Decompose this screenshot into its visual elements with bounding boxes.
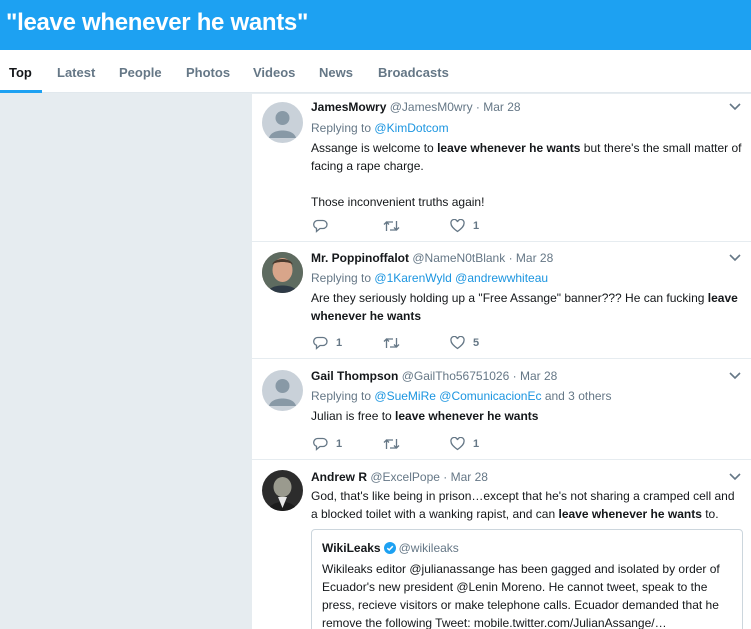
replying-prefix: Replying to [311, 121, 372, 135]
tweet-text-part: Assange is welcome to [311, 141, 438, 155]
display-name[interactable]: JamesMowry [311, 100, 386, 114]
reply-button[interactable] [313, 218, 336, 234]
tab-people[interactable]: People [119, 65, 162, 80]
reply-count: 1 [336, 438, 343, 450]
search-timeline: JamesMowry @JamesM0wry · Mar 28 Replying… [252, 94, 751, 629]
tab-videos[interactable]: Videos [253, 65, 295, 80]
like-button[interactable]: 1 [450, 218, 479, 234]
reply-icon [313, 336, 328, 350]
avatar[interactable] [262, 252, 303, 293]
chevron-down-icon[interactable] [729, 253, 741, 263]
reply-mention-link[interactable]: @1KarenWyld @andrewwhiteau [374, 271, 548, 285]
heart-icon [450, 219, 465, 233]
verified-badge-icon [383, 542, 396, 554]
reply-icon [313, 437, 328, 451]
tweet-date[interactable]: · Mar 28 [443, 470, 488, 484]
search-match-highlight: leave whenever he wants [558, 507, 702, 521]
user-handle[interactable]: @NameN0tBlank [412, 251, 505, 265]
tweet-date[interactable]: · Mar 28 [509, 251, 554, 265]
tweet-text-paragraph: Those inconvenient truths again! [311, 195, 485, 209]
active-tab-indicator [0, 90, 42, 93]
search-tabs: Top Latest People Photos Videos News Bro… [0, 50, 751, 93]
search-header: "leave whenever he wants" [0, 0, 751, 50]
retweet-icon [383, 338, 400, 348]
replying-prefix: Replying to [311, 271, 372, 285]
quoted-user-handle: @wikileaks [398, 541, 459, 555]
tweet-header: Andrew R @ExcelPope · Mar 28 [311, 470, 488, 484]
retweet-button[interactable] [383, 218, 408, 234]
tweet-date[interactable]: · Mar 28 [513, 369, 558, 383]
quoted-display-name: WikiLeaks [322, 541, 381, 555]
tab-top[interactable]: Top [9, 65, 32, 80]
user-photo-avatar [262, 470, 303, 511]
chevron-down-icon[interactable] [729, 102, 741, 112]
replying-prefix: Replying to [311, 389, 372, 403]
display-name[interactable]: Andrew R [311, 470, 367, 484]
replying-to: Replying to @1KarenWyld @andrewwhiteau [311, 271, 548, 285]
retweet-button[interactable] [383, 436, 408, 452]
tweet-text: God, that's like being in prison…except … [311, 487, 743, 523]
tweet[interactable]: Gail Thompson @GailTho56751026 · Mar 28 … [252, 360, 751, 460]
tweet[interactable]: Andrew R @ExcelPope · Mar 28 God, that's… [252, 461, 751, 629]
reply-mention-link[interactable]: @KimDotcom [374, 121, 448, 135]
like-count: 1 [473, 438, 480, 450]
search-match-highlight: leave whenever he wants [395, 409, 539, 423]
reply-mention-link[interactable]: @SueMiRe @ComunicacionEc [374, 389, 541, 403]
like-button[interactable]: 5 [450, 335, 479, 351]
like-button[interactable]: 1 [450, 436, 479, 452]
tweet[interactable]: JamesMowry @JamesM0wry · Mar 28 Replying… [252, 94, 751, 242]
heart-icon [450, 437, 465, 451]
chevron-down-icon[interactable] [729, 371, 741, 381]
retweet-button[interactable] [383, 335, 408, 351]
display-name[interactable]: Gail Thompson [311, 369, 398, 383]
tweet-date[interactable]: · Mar 28 [476, 100, 521, 114]
like-count: 1 [473, 220, 480, 232]
tweet-header: Gail Thompson @GailTho56751026 · Mar 28 [311, 369, 557, 383]
quoted-tweet[interactable]: WikiLeaks @wikileaks Wikileaks editor @ju… [311, 529, 743, 629]
user-handle[interactable]: @GailTho56751026 [402, 369, 510, 383]
chevron-down-icon[interactable] [729, 472, 741, 482]
retweet-icon [383, 221, 400, 231]
tweet-text-part: Are they seriously holding up a "Free As… [311, 291, 708, 305]
tab-photos[interactable]: Photos [186, 65, 230, 80]
display-name[interactable]: Mr. Poppinoffalot [311, 251, 409, 265]
like-count: 5 [473, 337, 480, 349]
avatar[interactable] [262, 470, 303, 511]
reply-button[interactable]: 1 [313, 436, 342, 452]
replying-suffix[interactable]: and 3 others [545, 389, 612, 403]
tweet-text: Are they seriously holding up a "Free As… [311, 289, 743, 325]
retweet-icon [383, 439, 400, 449]
quoted-tweet-text: Wikileaks editor @julianassange has been… [322, 562, 720, 629]
tweet[interactable]: Mr. Poppinoffalot @NameN0tBlank · Mar 28… [252, 243, 751, 359]
tweet-text: Julian is free to leave whenever he want… [311, 407, 743, 425]
reply-button[interactable]: 1 [313, 335, 342, 351]
user-photo-avatar [262, 252, 303, 293]
tab-latest[interactable]: Latest [57, 65, 95, 80]
heart-icon [450, 336, 465, 350]
tweet-header: JamesMowry @JamesM0wry · Mar 28 [311, 100, 521, 114]
replying-to: Replying to @SueMiRe @ComunicacionEc and… [311, 389, 612, 403]
reply-count: 1 [336, 337, 343, 349]
tab-news[interactable]: News [319, 65, 353, 80]
tweet-text-part: to. [701, 507, 719, 521]
tweet-text-part: Julian is free to [311, 409, 396, 423]
user-handle[interactable]: @ExcelPope [370, 470, 440, 484]
replying-to: Replying to @KimDotcom [311, 121, 449, 135]
search-match-highlight: leave whenever he wants [437, 141, 581, 155]
left-sidebar [0, 94, 252, 629]
tweet-header: Mr. Poppinoffalot @NameN0tBlank · Mar 28 [311, 251, 553, 265]
avatar[interactable] [262, 370, 303, 411]
reply-icon [313, 219, 328, 233]
default-avatar-icon [269, 111, 296, 138]
user-handle[interactable]: @JamesM0wry [390, 100, 473, 114]
quoted-tweet-header: WikiLeaks @wikileaks [322, 541, 459, 555]
tweet-text: Assange is welcome to leave whenever he … [311, 139, 743, 211]
tab-broadcasts[interactable]: Broadcasts [378, 65, 449, 80]
default-avatar-icon [269, 379, 296, 406]
search-query-title: "leave whenever he wants" [6, 9, 309, 36]
avatar[interactable] [262, 102, 303, 143]
